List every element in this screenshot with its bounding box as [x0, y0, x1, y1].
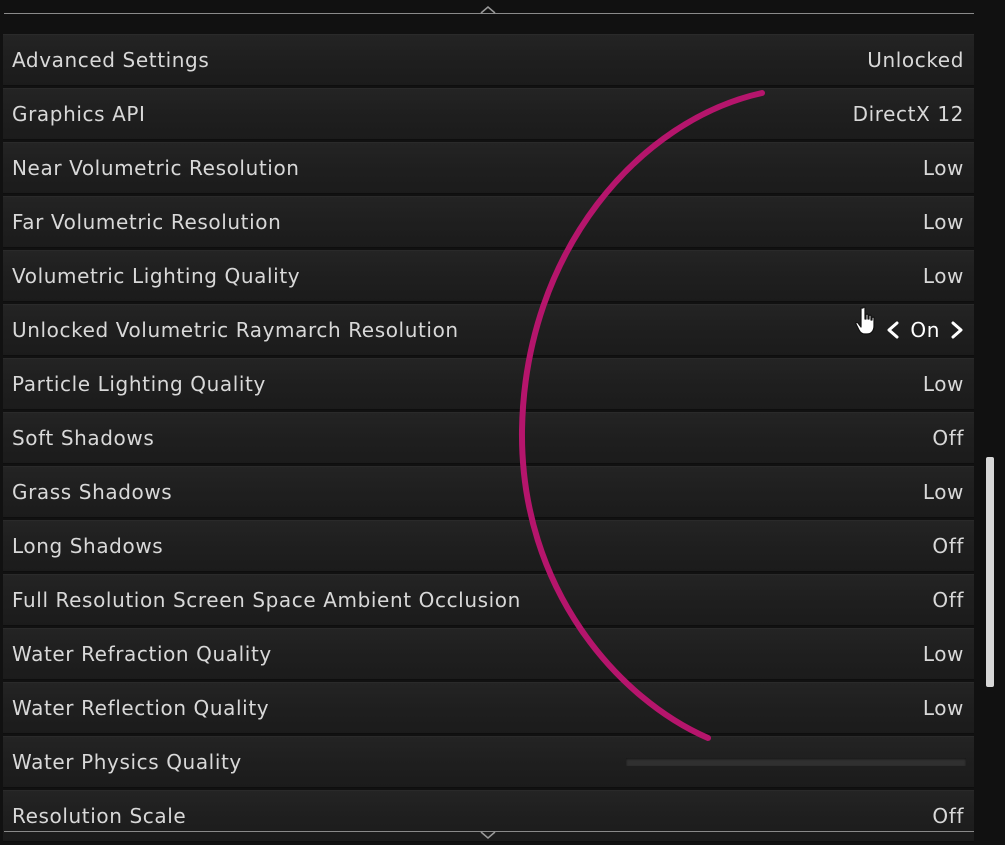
setting-label: Resolution Scale — [12, 804, 187, 828]
setting-row-grass-shadows[interactable]: Grass Shadows Low — [3, 466, 974, 518]
settings-screen: Advanced Settings Unlocked Graphics API … — [0, 0, 1005, 845]
value-selector[interactable]: On — [884, 318, 966, 342]
setting-value: Unlocked — [867, 48, 964, 72]
caret-up-icon[interactable] — [480, 5, 496, 14]
setting-value: Low — [922, 642, 964, 666]
setting-label: Water Physics Quality — [12, 750, 242, 774]
setting-label: Water Refraction Quality — [12, 642, 272, 666]
selector-value: On — [910, 318, 940, 342]
setting-label: Advanced Settings — [12, 48, 210, 72]
setting-label: Grass Shadows — [12, 480, 173, 504]
hand-pointer-icon — [855, 306, 875, 335]
setting-row-volumetric-lighting-quality[interactable]: Volumetric Lighting Quality Low — [3, 250, 974, 302]
setting-label: Far Volumetric Resolution — [12, 210, 282, 234]
setting-label: Soft Shadows — [12, 426, 155, 450]
setting-label: Volumetric Lighting Quality — [12, 264, 301, 288]
setting-label: Near Volumetric Resolution — [12, 156, 300, 180]
setting-row-particle-lighting-quality[interactable]: Particle Lighting Quality Low — [3, 358, 974, 410]
setting-row-full-resolution-ssao[interactable]: Full Resolution Screen Space Ambient Occ… — [3, 574, 974, 626]
water-physics-slider[interactable] — [626, 758, 966, 766]
setting-row-unlocked-volumetric-raymarch-resolution[interactable]: Unlocked Volumetric Raymarch Resolution … — [3, 304, 974, 356]
setting-label: Long Shadows — [12, 534, 164, 558]
settings-list: Advanced Settings Unlocked Graphics API … — [3, 34, 974, 844]
setting-row-graphics-api[interactable]: Graphics API DirectX 12 — [3, 88, 974, 140]
setting-value: Low — [922, 156, 964, 180]
setting-value: Low — [922, 480, 964, 504]
setting-row-soft-shadows[interactable]: Soft Shadows Off — [3, 412, 974, 464]
setting-value: Low — [922, 696, 964, 720]
chevron-left-icon[interactable] — [884, 320, 902, 340]
setting-value: Off — [932, 534, 964, 558]
setting-label: Graphics API — [12, 102, 146, 126]
setting-value: Low — [922, 264, 964, 288]
setting-label: Full Resolution Screen Space Ambient Occ… — [12, 588, 521, 612]
setting-value: Low — [922, 372, 964, 396]
setting-row-far-volumetric-resolution[interactable]: Far Volumetric Resolution Low — [3, 196, 974, 248]
setting-label: Particle Lighting Quality — [12, 372, 266, 396]
setting-row-water-physics-quality[interactable]: Water Physics Quality — [3, 736, 974, 788]
setting-value: Off — [932, 804, 964, 828]
caret-down-icon[interactable] — [480, 831, 496, 840]
setting-value: Off — [932, 588, 964, 612]
setting-label: Water Reflection Quality — [12, 696, 270, 720]
setting-value: Low — [922, 210, 964, 234]
setting-row-long-shadows[interactable]: Long Shadows Off — [3, 520, 974, 572]
setting-row-advanced-settings[interactable]: Advanced Settings Unlocked — [3, 34, 974, 86]
setting-value: DirectX 12 — [852, 102, 964, 126]
scrollbar-thumb[interactable] — [986, 457, 994, 687]
setting-row-water-reflection-quality[interactable]: Water Reflection Quality Low — [3, 682, 974, 734]
setting-row-near-volumetric-resolution[interactable]: Near Volumetric Resolution Low — [3, 142, 974, 194]
setting-row-water-refraction-quality[interactable]: Water Refraction Quality Low — [3, 628, 974, 680]
chevron-right-icon[interactable] — [948, 320, 966, 340]
setting-value: Off — [932, 426, 964, 450]
setting-label: Unlocked Volumetric Raymarch Resolution — [12, 318, 459, 342]
